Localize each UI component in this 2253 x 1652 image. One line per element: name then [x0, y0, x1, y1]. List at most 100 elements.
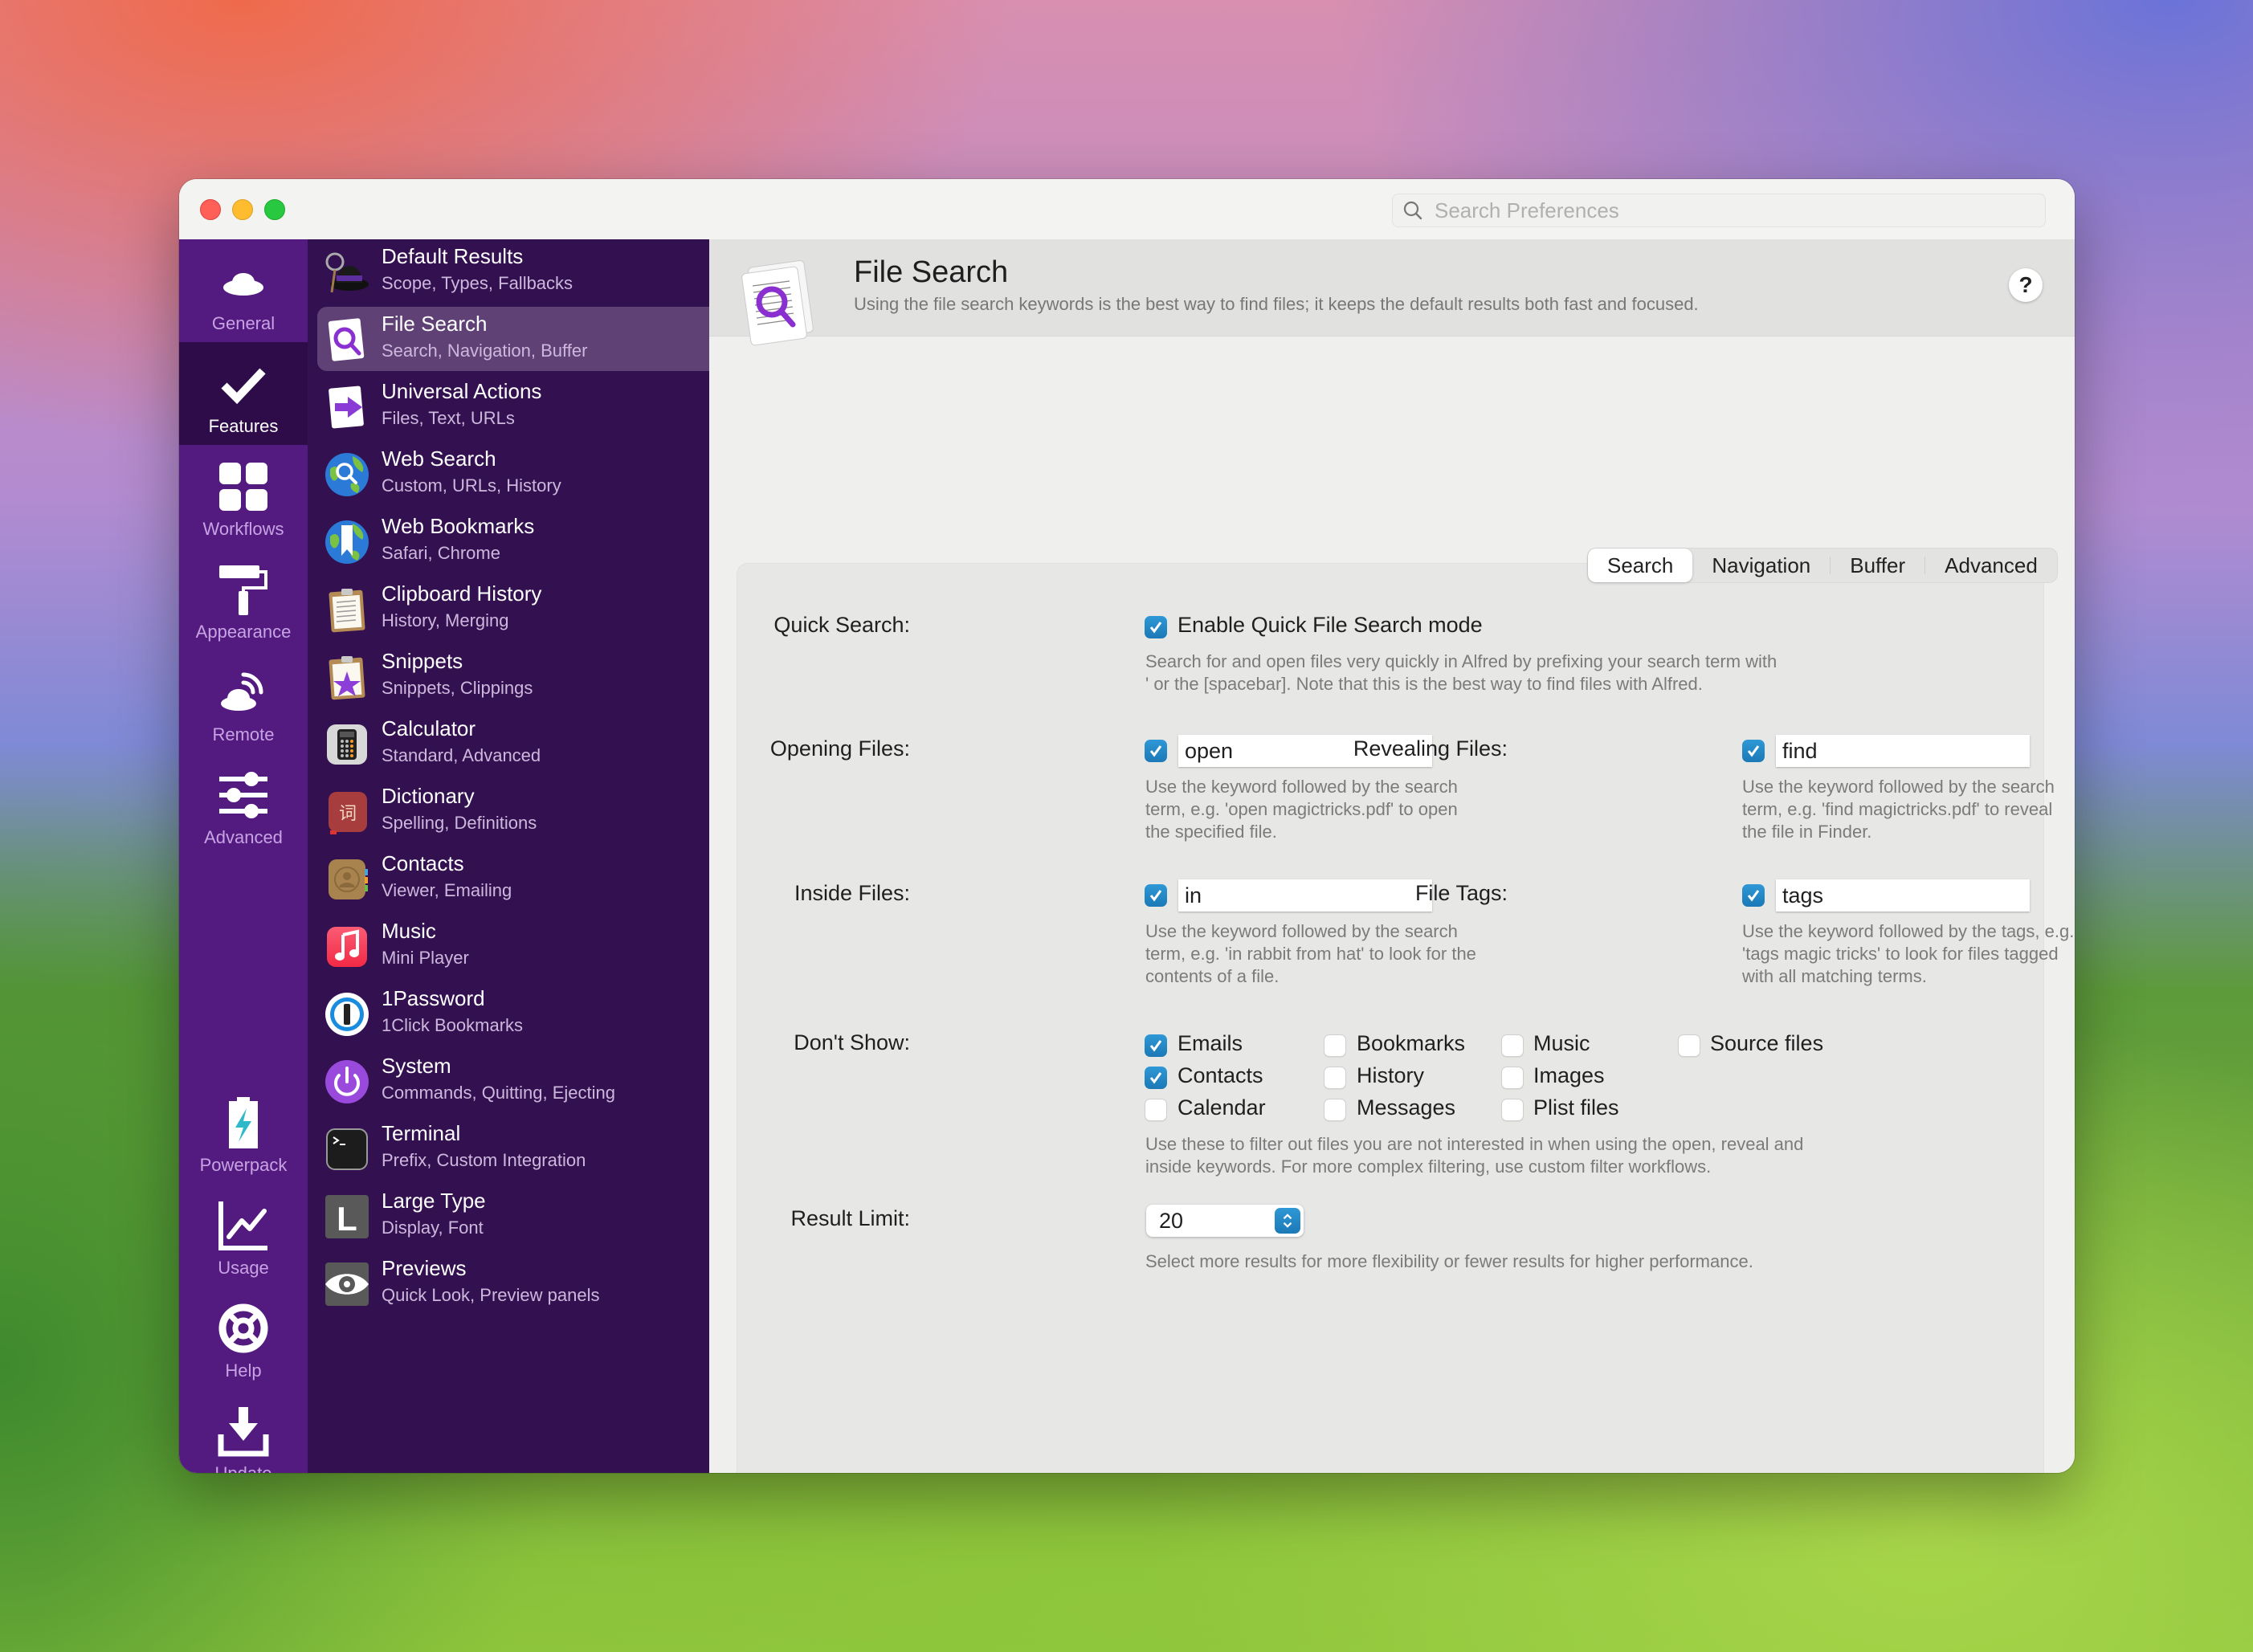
nav-item-label: General [211, 313, 276, 333]
dictionary-icon: 词 [324, 789, 370, 835]
feature-item-snippets[interactable]: Snippets Snippets, Clippings [317, 644, 709, 708]
result-limit-hint: Select more results for more flexibility… [1145, 1251, 1753, 1271]
battery-bolt-icon [218, 1097, 269, 1148]
feature-item-clipboard-history[interactable]: Clipboard History History, Merging [317, 577, 709, 641]
feature-title: Universal Actions [382, 379, 542, 403]
file-tags-keyword-input[interactable] [1776, 879, 2030, 912]
feature-title: Calculator [382, 716, 476, 740]
feature-title: Web Search [382, 447, 496, 471]
feature-item-web-bookmarks[interactable]: Web Bookmarks Safari, Chrome [317, 509, 709, 573]
universal-actions-icon [324, 384, 370, 430]
feature-item-terminal[interactable]: Terminal Prefix, Custom Integration [317, 1116, 709, 1181]
result-limit-stepper[interactable]: 20 [1146, 1205, 1304, 1237]
nav-item-usage[interactable]: Usage [179, 1184, 308, 1287]
dont-show-messages-checkbox[interactable] [1324, 1099, 1346, 1121]
nav-item-label: Powerpack [199, 1155, 288, 1175]
checkmark-icon [1747, 890, 1760, 902]
feature-item-contacts[interactable]: Contacts Viewer, Emailing [317, 846, 709, 911]
feature-item-dictionary[interactable]: 词 Dictionary Spelling, Definitions [317, 779, 709, 843]
inside-files-keyword-input[interactable] [1178, 879, 1432, 912]
sliders-icon [218, 769, 269, 821]
dont-show-history-checkbox[interactable] [1324, 1067, 1346, 1089]
nav-item-remote[interactable]: Remote [179, 651, 308, 753]
dont-show-plist-files-checkbox[interactable] [1501, 1099, 1524, 1121]
eye-icon [324, 1261, 370, 1307]
quick-search-hint: Search for and open files very quickly i… [1145, 651, 1778, 694]
help-button[interactable]: ? [2009, 268, 2043, 302]
nav-item-features[interactable]: Features [179, 342, 308, 445]
feature-item-system[interactable]: System Commands, Quitting, Ejecting [317, 1049, 709, 1113]
feature-item-previews[interactable]: Previews Quick Look, Preview panels [317, 1251, 709, 1315]
search-preferences-field[interactable] [1392, 194, 2046, 227]
dont-show-hint: Use these to filter out files you are no… [1145, 1134, 1804, 1177]
feature-item-web-search[interactable]: Web Search Custom, URLs, History [317, 442, 709, 506]
tab-navigation[interactable]: Navigation [1692, 549, 1830, 582]
nav-item-label: Remote [212, 724, 275, 744]
dont-show-option-label: Contacts [1178, 1063, 1263, 1087]
title-bar [179, 179, 2075, 240]
checkmark-icon [1149, 890, 1162, 902]
grid-icon [218, 461, 269, 512]
revealing-files-checkbox[interactable] [1742, 740, 1765, 762]
svg-text:L: L [337, 1200, 357, 1238]
inside-files-label: Inside Files: [794, 881, 910, 905]
nav-item-label: Update [215, 1463, 272, 1473]
quick-search-checkbox[interactable] [1145, 616, 1167, 638]
nav-item-advanced[interactable]: Advanced [179, 753, 308, 856]
zoom-window-button[interactable] [264, 199, 285, 220]
quick-search-label: Quick Search: [773, 613, 910, 637]
feature-item-calculator[interactable]: Calculator Standard, Advanced [317, 712, 709, 776]
feature-subtitle: Safari, Chrome [382, 543, 500, 563]
nav-item-appearance[interactable]: Appearance [179, 548, 308, 651]
minimize-window-button[interactable] [232, 199, 253, 220]
search-preferences-input[interactable] [1433, 197, 2031, 224]
dont-show-source-files-checkbox[interactable] [1678, 1034, 1700, 1057]
music-icon [324, 924, 370, 970]
dont-show-option-label: Calendar [1178, 1095, 1266, 1120]
feature-subtitle: Spelling, Definitions [382, 813, 537, 833]
dont-show-images-checkbox[interactable] [1501, 1067, 1524, 1089]
feature-subtitle: Quick Look, Preview panels [382, 1285, 600, 1305]
nav-item-help[interactable]: Help [179, 1287, 308, 1389]
tab-advanced[interactable]: Advanced [1925, 549, 2057, 582]
large-type-icon: L [324, 1193, 370, 1240]
result-limit-label: Result Limit: [790, 1206, 910, 1230]
page-title: File Search [854, 255, 1009, 289]
dont-show-calendar-checkbox[interactable] [1145, 1099, 1167, 1121]
nav-item-update[interactable]: Update [179, 1389, 308, 1473]
hat-icon [218, 255, 269, 307]
feature-item-music[interactable]: Music Mini Player [317, 914, 709, 978]
opening-files-label: Opening Files: [769, 736, 910, 761]
checkmark-icon [1149, 622, 1162, 634]
dont-show-emails-checkbox[interactable] [1145, 1034, 1167, 1057]
svg-text:词: 词 [339, 804, 357, 824]
feature-subtitle: 1Click Bookmarks [382, 1015, 524, 1035]
checkmark-icon [1149, 1040, 1162, 1052]
dont-show-contacts-checkbox[interactable] [1145, 1067, 1167, 1089]
dont-show-option-label: Plist files [1533, 1095, 1619, 1120]
dont-show-option-label: Messages [1357, 1095, 1456, 1120]
opening-files-checkbox[interactable] [1145, 740, 1167, 762]
feature-item-universal-actions[interactable]: Universal Actions Files, Text, URLs [317, 374, 709, 438]
nav-item-general[interactable]: General [179, 239, 308, 342]
dont-show-bookmarks-checkbox[interactable] [1324, 1034, 1346, 1057]
revealing-files-keyword-input[interactable] [1776, 735, 2030, 767]
nav-item-powerpack[interactable]: Powerpack [179, 1081, 308, 1184]
dont-show-option-label: Source files [1710, 1031, 1824, 1055]
feature-subtitle: History, Merging [382, 610, 509, 630]
stepper-arrows-icon[interactable] [1275, 1208, 1300, 1234]
feature-item-file-search[interactable]: File Search Search, Navigation, Buffer [317, 307, 709, 371]
feature-item-default-results[interactable]: Default Results Scope, Types, Fallbacks [317, 239, 709, 304]
nav-item-workflows[interactable]: Workflows [179, 445, 308, 548]
close-window-button[interactable] [200, 199, 221, 220]
dont-show-music-checkbox[interactable] [1501, 1034, 1524, 1057]
tab-search[interactable]: Search [1588, 549, 1693, 582]
feature-item-1password[interactable]: 1Password 1Click Bookmarks [317, 981, 709, 1046]
feature-item-large-type[interactable]: L Large Type Display, Font [317, 1184, 709, 1248]
file-search-icon [324, 316, 370, 363]
file-tags-checkbox[interactable] [1742, 884, 1765, 907]
page-header: File Search Using the file search keywor… [709, 239, 2075, 346]
inside-files-checkbox[interactable] [1145, 884, 1167, 907]
settings-panel [737, 563, 2044, 1473]
tab-buffer[interactable]: Buffer [1831, 549, 1924, 582]
